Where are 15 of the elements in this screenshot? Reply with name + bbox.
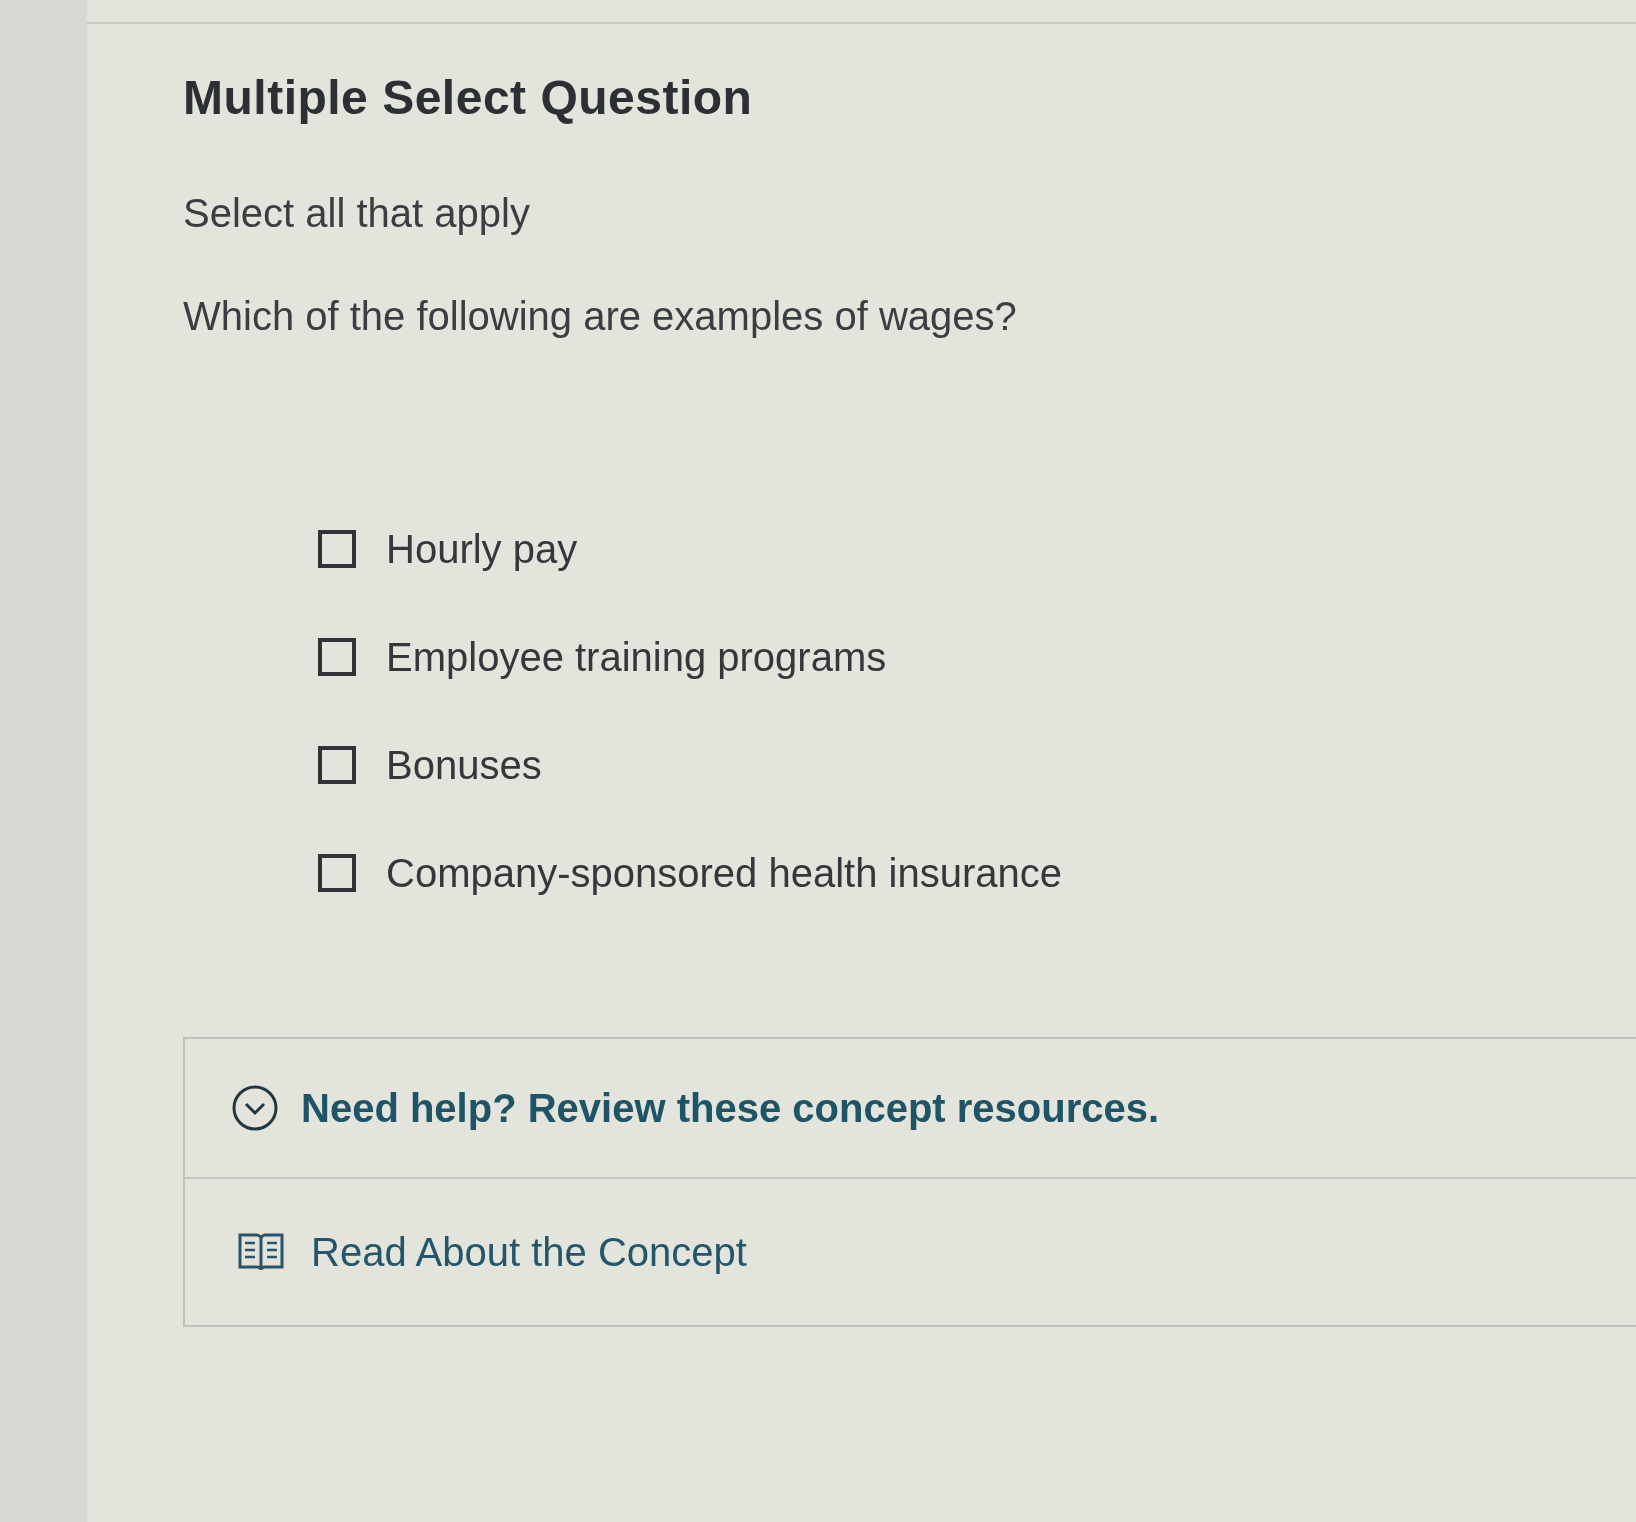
question-text: Which of the following are examples of wages?	[183, 294, 1018, 339]
checkbox[interactable]	[318, 638, 356, 676]
checkbox[interactable]	[318, 746, 356, 784]
checkbox[interactable]	[318, 530, 356, 568]
question-type-title: Multiple Select Question	[183, 70, 754, 125]
checkbox[interactable]	[318, 854, 356, 892]
book-icon	[237, 1231, 285, 1273]
option-label[interactable]: Hourly pay	[386, 526, 578, 572]
chevron-icon[interactable]	[231, 1084, 279, 1132]
resource-link[interactable]: Read About the Concept	[311, 1229, 747, 1275]
option-label[interactable]: Employee training programs	[386, 634, 887, 680]
help-link[interactable]: Need help? Review these concept resources.	[301, 1085, 1160, 1131]
option-label[interactable]: Company-sponsored health insurance	[386, 850, 1062, 896]
instruction-text: Select all that apply	[183, 191, 531, 236]
option-label[interactable]: Bonuses	[386, 742, 542, 788]
